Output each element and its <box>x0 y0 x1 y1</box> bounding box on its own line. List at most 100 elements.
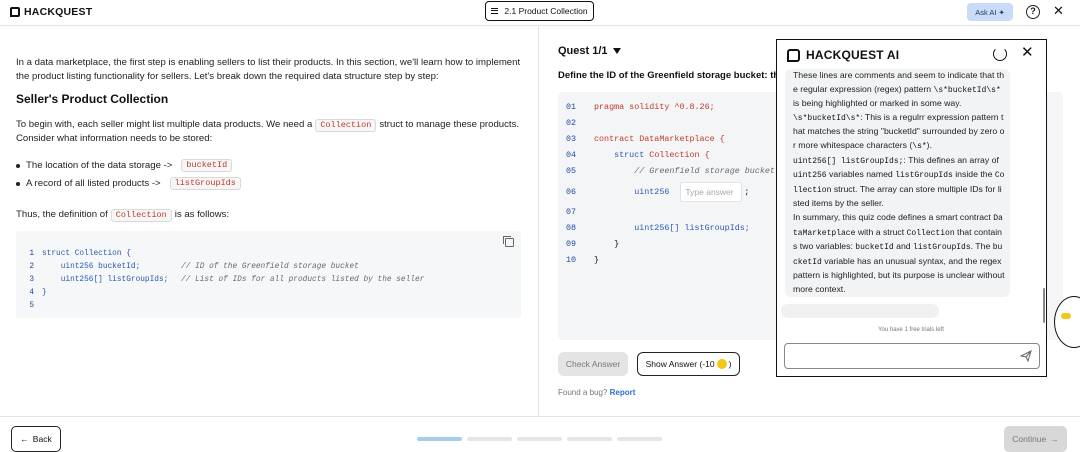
code-line: 07 <box>566 207 594 217</box>
top-bar: HACKQUEST 2.1 Product Collection Ask AI … <box>0 0 1080 26</box>
lesson-intro: In a data marketplace, the first step is… <box>16 57 521 82</box>
progress-segment <box>467 437 512 441</box>
code-line: 03 contract DataMarketplace { <box>566 134 725 144</box>
code-line: 02 <box>566 118 594 128</box>
lesson-paragraph-2: To begin with, each seller might list mu… <box>16 118 528 146</box>
menu-icon <box>491 8 499 14</box>
line-number: 03 <box>566 134 577 144</box>
bug-text: Found a bug? <box>558 388 608 397</box>
line-number: 4 <box>29 289 34 297</box>
progress-segment <box>617 437 662 441</box>
hackquest-logo-icon <box>10 7 20 17</box>
show-answer-suffix: ) <box>728 359 732 369</box>
bottom-bar: ← Back Continue → <box>0 416 1080 452</box>
arrow-right-icon: → <box>1050 434 1059 444</box>
code-line: 1 struct Collection { <box>28 250 131 258</box>
hackquest-logo[interactable]: HACKQUEST <box>10 6 92 18</box>
line-number: 08 <box>566 223 577 233</box>
code-line: 05 // Greenfield storage bucket ID <box>566 166 790 176</box>
lesson-paragraph-3: Thus, the definition of Collection is as f… <box>16 208 528 222</box>
code-line: 5 <box>28 302 34 310</box>
bullet-text: The location of the data storage -> <box>26 160 173 171</box>
code-line: 04 struct Collection { <box>566 150 710 160</box>
bullet-dot <box>16 181 20 186</box>
ai-panel-title: HACKQUEST AI <box>806 48 900 62</box>
show-answer-label: Show Answer (-10 <box>645 359 715 369</box>
refresh-icon[interactable] <box>993 47 1007 61</box>
hackquest-ai-logo-icon <box>787 48 800 62</box>
show-answer-button[interactable]: Show Answer (-10) <box>637 352 740 376</box>
loading-placeholder <box>781 304 939 318</box>
report-link[interactable]: Report <box>610 388 636 397</box>
lesson-pane: In a data marketplace, the first step is… <box>0 26 539 416</box>
ai-close-icon[interactable]: ✕ <box>1021 45 1034 61</box>
code-text: } <box>594 239 620 249</box>
list-item: The location of the data storage -> bucke… <box>16 159 235 172</box>
code-line: 10} <box>566 255 599 265</box>
code-line: 06 uint256 Type answer; <box>566 182 749 202</box>
line-number: 02 <box>566 118 577 128</box>
ai-message-bubble: These lines are comments and seem to ind… <box>785 69 1010 297</box>
code-keyword: pragma solidity <box>594 102 675 112</box>
code-line: 3 uint256[] listGroupIds; // List of IDs… <box>28 276 424 284</box>
inline-code-collection: Collection <box>315 119 377 132</box>
code-text: Collection { <box>649 150 710 160</box>
code-line: 4} <box>28 289 46 297</box>
code-text: uint256[] listGroupIds; <box>594 223 750 233</box>
progress-segment <box>517 437 562 441</box>
breadcrumb-label: 2.1 Product Collection <box>504 6 588 16</box>
line-number: 05 <box>566 166 577 176</box>
ask-ai-button[interactable]: Ask AI ✦ <box>967 3 1013 21</box>
code-keyword: uint256 <box>594 187 675 197</box>
code-text: uint256 bucketId; <box>42 263 174 271</box>
close-icon[interactable]: ✕ <box>1053 4 1064 18</box>
back-label: Back <box>32 434 52 444</box>
list-item: A record of all listed products -> listGr… <box>16 177 244 190</box>
inline-code-collection: Collection <box>110 209 172 222</box>
quest-title: Quest 1/1 <box>558 45 608 57</box>
bullet-dot <box>16 163 20 168</box>
help-icon[interactable]: ? <box>1026 5 1040 19</box>
code-text: DataMarketplace { <box>639 134 725 144</box>
ai-chat-input[interactable] <box>784 343 1040 369</box>
lesson-progress <box>417 437 662 441</box>
copy-icon[interactable] <box>503 236 514 247</box>
code-text: struct Collection { <box>42 250 131 258</box>
ai-chat-panel: HACKQUEST AI ✕ These lines are comments … <box>776 39 1047 377</box>
code-text: } <box>594 255 600 265</box>
p2-text-before: To begin with, each seller might list mu… <box>16 119 313 130</box>
quest-selector[interactable]: Quest 1/1 <box>558 45 621 57</box>
code-line: 2 uint256 bucketId; // ID of the Greenfi… <box>28 263 359 271</box>
continue-button[interactable]: Continue → <box>1004 426 1067 452</box>
line-number: 2 <box>29 263 34 271</box>
code-comment: // ID of the Greenfield storage bucket <box>181 263 359 271</box>
back-button[interactable]: ← Back <box>11 426 61 452</box>
line-number: 1 <box>29 250 34 258</box>
ask-ai-label: Ask AI <box>975 7 997 17</box>
code-text: ^0.8.26; <box>674 102 715 112</box>
p3-text-after: is as follows: <box>174 209 230 220</box>
code-text: ; <box>744 187 750 197</box>
line-number: 10 <box>566 255 577 265</box>
check-answer-button[interactable]: Check Answer <box>558 352 628 376</box>
code-text: uint256[] listGroupIds; <box>42 276 174 284</box>
line-number: 07 <box>566 207 577 217</box>
chat-scrollbar[interactable] <box>1043 288 1045 323</box>
sparkle-icon: ✦ <box>998 7 1005 17</box>
bullet-text: A record of all listed products -> <box>26 178 161 189</box>
bug-report: Found a bug? Report <box>558 388 635 397</box>
answer-input[interactable]: Type answer <box>680 182 743 202</box>
free-trials-text: You have 1 free trials left <box>878 327 944 333</box>
code-line: 01 pragma solidity ^0.8.26; <box>566 102 715 112</box>
send-icon[interactable] <box>1020 350 1032 362</box>
quest-question: Define the ID of the Greenfield storage … <box>558 70 785 81</box>
progress-segment <box>567 437 612 441</box>
lesson-heading: Seller's Product Collection <box>16 92 169 106</box>
arrow-left-icon: ← <box>20 434 29 444</box>
line-number: 5 <box>29 302 34 310</box>
code-keyword: struct <box>594 150 650 160</box>
continue-label: Continue <box>1012 434 1047 444</box>
line-number: 3 <box>29 276 34 284</box>
lesson-breadcrumb-button[interactable]: 2.1 Product Collection <box>485 1 594 21</box>
code-block: 1 struct Collection { 2 uint256 bucketId;… <box>16 231 521 318</box>
